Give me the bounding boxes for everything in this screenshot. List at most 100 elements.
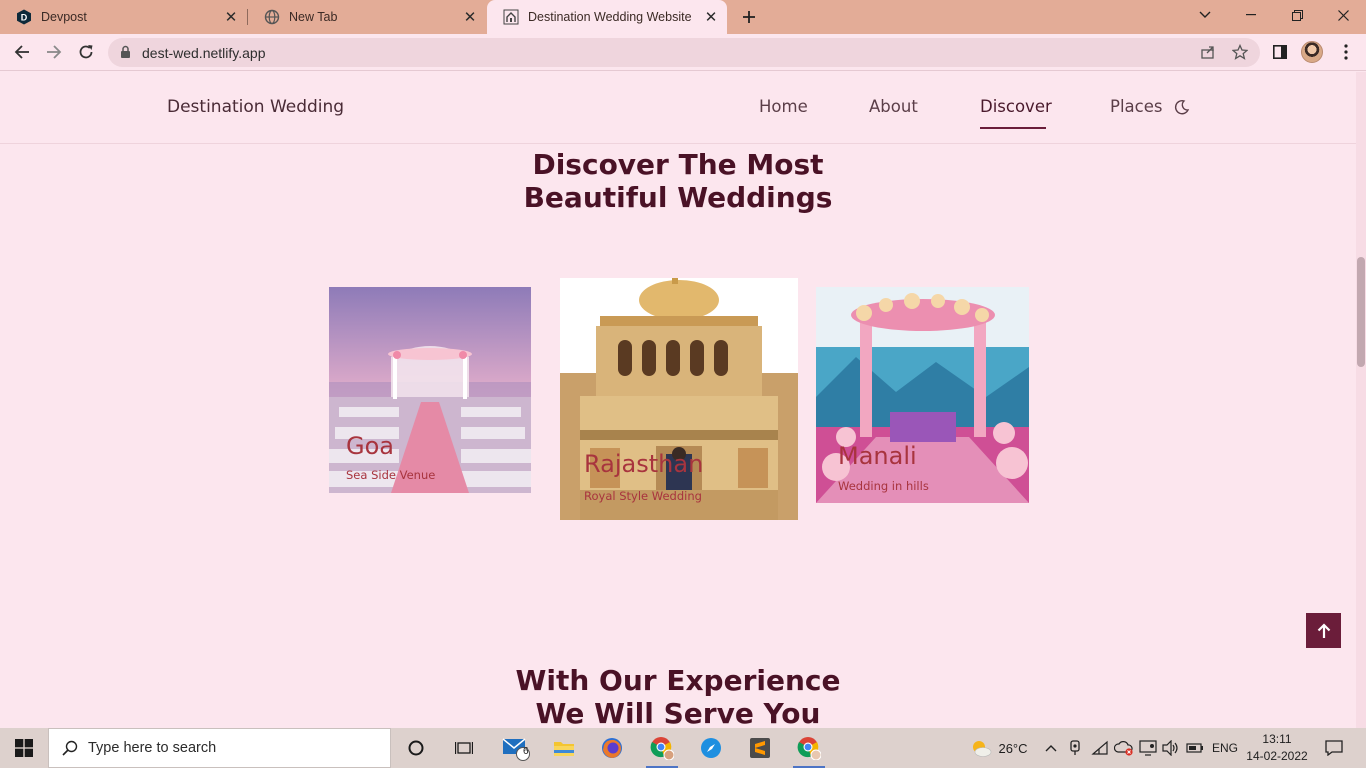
devpost-logo-icon: D [16,9,32,25]
close-tab-icon[interactable]: ✕ [460,7,480,27]
rajasthan-palace-image [560,278,798,520]
scrollbar-thumb[interactable] [1357,257,1365,367]
experience-title-line1: With Our Experience [515,664,841,697]
tab-title: Destination Wedding Website [528,10,692,24]
menu-button[interactable] [1332,38,1360,66]
taskbar-search-box[interactable]: Type here to search [48,728,391,768]
notifications-button[interactable] [1314,728,1354,768]
card-subtitle: Royal Style Wedding [584,489,702,503]
system-clock[interactable]: 13:11 14-02-2022 [1246,731,1308,765]
discover-title: Discover The Most Beautiful Weddings [0,148,1356,214]
page-scrollbar[interactable] [1356,72,1366,728]
close-window-button[interactable] [1320,0,1366,30]
chrome-profile-button[interactable] [787,728,831,768]
mail-app-button[interactable]: 6 [494,728,538,768]
browser-tab-strip: D Devpost ✕ New Tab ✕ Destination Weddin… [0,0,1366,34]
nav-discover[interactable]: Discover [980,97,1052,116]
reload-button[interactable] [72,38,100,66]
temple-favicon-icon [503,9,519,25]
battery-icon [1186,743,1203,753]
reload-icon [79,45,93,59]
minimize-icon [1246,14,1256,16]
browser-toolbar: dest-wed.netlify.app [0,34,1366,71]
sublime-text-button[interactable] [738,728,782,768]
moon-icon[interactable] [1174,99,1190,115]
notification-speech-bubble-icon [1325,740,1343,756]
chevron-down-icon [1199,11,1211,18]
start-button[interactable] [0,728,48,768]
kebab-menu-icon [1344,44,1348,60]
profile-button[interactable] [1298,38,1326,66]
plus-icon [743,11,755,23]
tray-overflow-button[interactable] [1040,728,1062,768]
input-language-button[interactable]: ENG [1208,728,1242,768]
bookmark-star-icon[interactable] [1232,44,1248,60]
volume-tray-button[interactable] [1160,728,1182,768]
experience-title: With Our Experience We Will Serve You [0,664,1356,728]
monitor-icon [1139,740,1157,756]
task-view-icon [455,742,473,754]
new-tab-button[interactable] [737,5,761,29]
address-bar[interactable]: dest-wed.netlify.app [108,38,1260,67]
close-tab-icon[interactable]: ✕ [221,7,241,27]
cortana-button[interactable] [394,728,438,768]
goa-beach-venue-image [329,287,531,493]
restore-button[interactable] [1274,0,1320,30]
display-tray-button[interactable] [1136,728,1160,768]
tab-destination-wedding[interactable]: Destination Wedding Website ✕ [487,0,727,34]
sublime-text-icon [750,738,770,758]
card-title: Goa [346,432,394,460]
manali-hills-venue-image [816,287,1029,503]
minimize-button[interactable] [1228,0,1274,30]
cortana-circle-icon [408,740,424,756]
arrow-up-icon [1317,622,1330,638]
nav-home[interactable]: Home [759,97,808,116]
chrome-button[interactable] [640,728,684,768]
discover-card-goa[interactable]: Goa Sea Side Venue [329,287,531,493]
nav-about[interactable]: About [869,97,918,116]
search-placeholder: Type here to search [88,740,217,756]
avatar [1301,41,1323,63]
network-tray-button[interactable] [1088,728,1112,768]
tab-title: New Tab [289,10,338,24]
lock-icon [121,45,130,58]
discover-card-manali[interactable]: Manali Wedding in hills [816,287,1029,503]
mail-badge-count: 6 [523,746,529,757]
card-subtitle: Wedding in hills [838,479,929,493]
back-button[interactable] [8,38,36,66]
chrome-icon [650,737,674,760]
discover-card-rajasthan[interactable]: Rajasthan Royal Style Wedding [560,278,798,520]
blue-app-button[interactable] [689,728,733,768]
side-panel-button[interactable] [1266,38,1294,66]
experience-title-line2: We Will Serve You [535,697,821,728]
task-view-button[interactable] [442,728,486,768]
card-subtitle: Sea Side Venue [346,468,436,482]
weather-widget[interactable]: 26°C [964,728,1034,768]
close-tab-icon[interactable]: ✕ [701,7,721,27]
forward-button[interactable] [40,38,68,66]
side-panel-icon [1273,45,1287,59]
tab-devpost[interactable]: D Devpost ✕ [0,0,247,34]
windows-logo-icon [15,739,33,757]
onedrive-tray-button[interactable] [1112,728,1136,768]
svg-text:D: D [21,13,28,23]
tab-title: Devpost [41,10,87,24]
wifi-icon [1091,740,1108,755]
file-explorer-button[interactable] [542,728,586,768]
firefox-button[interactable] [590,728,634,768]
close-icon [1337,9,1349,21]
card-title: Manali [838,442,917,470]
tab-new-tab[interactable]: New Tab ✕ [248,0,486,34]
battery-tray-button[interactable] [1184,728,1206,768]
share-icon[interactable] [1200,44,1216,60]
edge-compass-icon [701,738,721,758]
scroll-to-top-button[interactable] [1306,613,1341,648]
tab-search-button[interactable] [1182,0,1228,30]
nav-places[interactable]: Places [1110,97,1162,116]
site-header: Destination Wedding Home About Discover … [0,72,1356,144]
active-nav-indicator [980,127,1046,129]
weather-temperature: 26°C [998,740,1028,756]
windows-taskbar: Type here to search 6 26°C ENG 13:11 14-… [0,728,1366,768]
webcam-tray-button[interactable] [1064,728,1086,768]
site-logo[interactable]: Destination Wedding [167,97,344,117]
